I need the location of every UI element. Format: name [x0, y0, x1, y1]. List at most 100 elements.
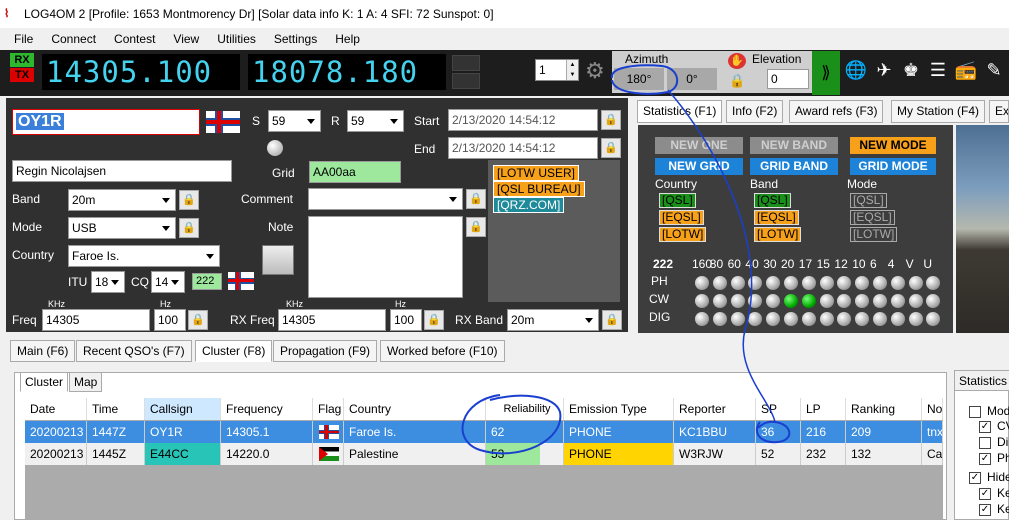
globe-icon[interactable]: 🌐	[843, 60, 869, 81]
mode-checkbox[interactable]	[969, 406, 981, 418]
country-select[interactable]: Faroe Is.	[68, 245, 220, 267]
tab-worked-before[interactable]: Worked before (F10)	[380, 340, 505, 362]
rxband-label: RX Band	[455, 313, 504, 327]
tab-recent-qsos[interactable]: Recent QSO's (F7)	[76, 340, 192, 362]
elevation-input[interactable]: 0	[767, 69, 809, 89]
end-label: End	[414, 142, 436, 156]
comment-lock-icon[interactable]: 🔒	[466, 189, 486, 209]
col-ranking[interactable]: Ranking	[846, 398, 922, 420]
tab-statistics[interactable]: Statistics (F1)	[637, 100, 723, 123]
menu-utilities[interactable]: Utilities	[217, 32, 256, 46]
table-row[interactable]: 20200213 1447Z OY1R 14305.1 Faroe Is. 62…	[25, 421, 943, 443]
band-indicator-dot	[748, 294, 763, 308]
cluster-tab[interactable]: Cluster	[20, 372, 69, 392]
col-reliability[interactable]: Reliability	[486, 398, 564, 420]
notes-stack-icon[interactable]	[262, 245, 294, 275]
vfo-a-display[interactable]: 14305.100	[42, 54, 240, 90]
grid-input[interactable]: AA00aa	[309, 161, 401, 183]
cw-checkbox[interactable]: ✓	[979, 421, 991, 433]
menu-connect[interactable]: Connect	[51, 32, 96, 46]
mode-lotw-tag: [LOTW]	[850, 227, 898, 242]
freq-hz-input[interactable]: 100	[154, 309, 186, 331]
col-reporter[interactable]: Reporter	[674, 398, 756, 420]
mode-lock-icon[interactable]: 🔒	[179, 218, 199, 238]
freq-input[interactable]: 14305	[42, 309, 150, 331]
col-emission-type[interactable]: Emission Type	[564, 398, 674, 420]
tab-propagation[interactable]: Propagation (F9)	[273, 340, 378, 362]
table-row[interactable]: 20200213 1445Z E44CC 14220.0 Palestine 5…	[25, 443, 943, 465]
lotw-user-tag[interactable]: [LOTW USER]	[493, 165, 580, 181]
step-stepper[interactable]: 1 ▲ ▼	[535, 59, 579, 81]
note-lock-icon[interactable]: 🔒	[466, 217, 486, 237]
azimuth-short-path[interactable]: 180°	[614, 68, 664, 90]
col-frequency[interactable]: Frequency	[221, 398, 313, 420]
tab-info[interactable]: Info (F2)	[726, 100, 784, 123]
start-lock-icon[interactable]: 🔒	[601, 110, 621, 130]
col-note[interactable]: No	[922, 398, 943, 420]
col-time[interactable]: Time	[87, 398, 145, 420]
side-stats-tab[interactable]: Statistics	[955, 371, 1009, 391]
radio-icon[interactable]: 📻	[953, 60, 979, 81]
digi-checkbox[interactable]	[979, 437, 991, 449]
col-date[interactable]: Date	[25, 398, 87, 420]
end-time-input[interactable]: 2/13/2020 14:54:12	[448, 137, 598, 159]
col-callsign[interactable]: Callsign	[145, 398, 221, 420]
rxfreq-hz-input[interactable]: 100	[390, 309, 422, 331]
menu-file[interactable]: File	[14, 32, 33, 46]
rxfreq-lock-icon[interactable]: 🔒	[424, 310, 444, 330]
tab-cluster[interactable]: Cluster (F8)	[195, 340, 273, 362]
gear-icon[interactable]: ⚙	[585, 58, 605, 84]
connect-signal-icon[interactable]: ⟫	[812, 51, 840, 95]
lock-icon[interactable]: 🔒	[729, 73, 745, 89]
stop-hand-icon[interactable]: ✋	[728, 53, 746, 69]
row-ph-label: PH	[651, 274, 668, 288]
map-tab[interactable]: Map	[69, 372, 103, 392]
rst-sent-select[interactable]: 59	[268, 110, 321, 132]
note-textarea[interactable]	[308, 216, 463, 298]
hide-checkbox[interactable]: ✓	[969, 472, 981, 484]
azimuth-long-path[interactable]: 0°	[667, 68, 717, 90]
menu-help[interactable]: Help	[335, 32, 360, 46]
end-lock-icon[interactable]: 🔒	[601, 138, 621, 158]
pencil-icon[interactable]: ✎	[981, 60, 1007, 81]
keep1-checkbox[interactable]: ✓	[979, 488, 991, 500]
callsign-input[interactable]: OY1R	[12, 109, 200, 135]
rxband-select[interactable]: 20m	[507, 309, 599, 331]
band-lock-icon[interactable]: 🔒	[179, 190, 199, 210]
satellite-icon[interactable]: ✈	[871, 60, 897, 81]
cq-select[interactable]: 14	[151, 271, 185, 293]
col-sp[interactable]: SP	[756, 398, 801, 420]
band-select[interactable]: 20m	[68, 189, 176, 211]
vfo-b-display[interactable]: 18078.180	[248, 54, 446, 90]
keep2-checkbox[interactable]: ✓	[979, 504, 991, 516]
col-country[interactable]: Country	[344, 398, 486, 420]
col-flag[interactable]: Flag	[313, 398, 344, 420]
tab-my-station[interactable]: My Station (F4)	[891, 100, 986, 123]
freq-lock-icon[interactable]: 🔒	[188, 310, 208, 330]
rxfreq-input[interactable]: 14305	[278, 309, 386, 331]
mode-select[interactable]: USB	[68, 217, 176, 239]
qsl-bureau-tag[interactable]: [QSL BUREAU]	[493, 181, 585, 197]
menu-view[interactable]: View	[173, 32, 199, 46]
comment-input[interactable]	[308, 188, 463, 210]
chess-king-icon[interactable]: ♚	[898, 60, 924, 81]
menu-contest[interactable]: Contest	[114, 32, 155, 46]
band-indicator-dot	[730, 276, 745, 290]
database-icon[interactable]: ☰	[925, 60, 951, 81]
rst-rcvd-select[interactable]: 59	[347, 110, 404, 132]
rxband-lock-icon[interactable]: 🔒	[602, 310, 622, 330]
name-input[interactable]: Regin Nicolajsen	[12, 160, 232, 182]
tab-extra[interactable]: Ex	[989, 100, 1009, 123]
start-time-input[interactable]: 2/13/2020 14:54:12	[448, 109, 598, 131]
statistics-panel: NEW ONE NEW BAND NEW MODE NEW GRID GRID …	[638, 125, 953, 333]
itu-select[interactable]: 18	[91, 271, 125, 293]
qrz-tag[interactable]: [QRZ.COM]	[493, 197, 565, 213]
step-spin[interactable]: ▲ ▼	[566, 60, 578, 80]
row2-frequency: 14220.0	[221, 443, 313, 465]
menu-settings[interactable]: Settings	[274, 32, 317, 46]
tab-main[interactable]: Main (F6)	[10, 340, 76, 362]
tab-award-refs[interactable]: Award refs (F3)	[789, 100, 884, 123]
phone-checkbox[interactable]: ✓	[979, 453, 991, 465]
row1-country: Faroe Is.	[344, 421, 486, 443]
col-lp[interactable]: LP	[801, 398, 846, 420]
